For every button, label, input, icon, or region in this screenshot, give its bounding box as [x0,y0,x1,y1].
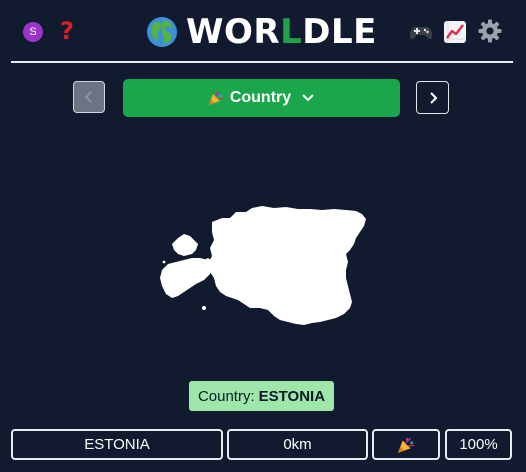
answer-value: ESTONIA [258,387,326,405]
prev-button[interactable] [73,81,105,113]
chart-increasing-icon[interactable] [444,21,466,43]
question-mark-icon[interactable]: ? [56,14,78,48]
country-silhouette [160,206,366,325]
title-text: WORLDLE [186,12,377,52]
party-popper-icon [398,437,415,453]
chevron-right-icon [429,91,437,104]
guess-direction [372,429,440,460]
answer-prefix: Country: [197,387,255,405]
game-controller-icon[interactable] [409,21,433,43]
user-avatar[interactable]: S [23,22,43,42]
gear-icon[interactable] [478,19,502,43]
mode-select[interactable]: Country [123,79,400,117]
answer-banner: Country: ESTONIA [189,381,334,411]
party-popper-icon [208,91,224,105]
guess-distance: 0km [227,429,368,460]
next-button[interactable] [416,81,449,114]
mode-label: Country [229,89,292,106]
app-title: WORLDLE [146,12,386,52]
guess-proximity: 100% [445,429,512,460]
chevron-down-icon [302,94,314,102]
globe-icon [147,17,177,47]
header-divider [11,61,513,63]
guess-country-name: ESTONIA [11,429,223,460]
chevron-left-icon [84,91,92,103]
